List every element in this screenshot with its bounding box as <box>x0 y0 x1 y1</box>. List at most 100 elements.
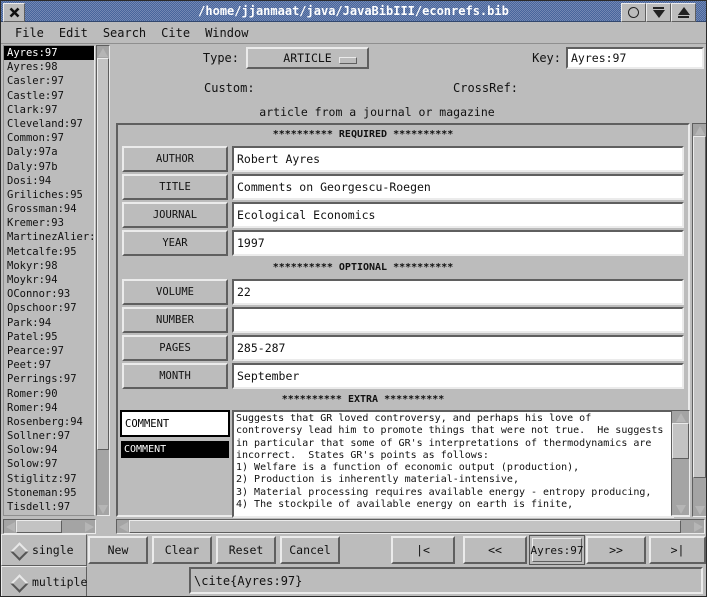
scroll-track[interactable] <box>97 58 109 503</box>
list-item[interactable]: Moykr:94 <box>4 273 94 287</box>
list-item[interactable]: Stiglitz:97 <box>4 472 94 486</box>
scroll-track[interactable] <box>129 520 692 533</box>
field-label-button[interactable]: AUTHOR <box>122 146 228 172</box>
shade-button[interactable] <box>646 3 671 22</box>
scroll-track[interactable] <box>672 423 689 503</box>
extra-field-list[interactable]: COMMENT <box>121 441 229 513</box>
sidebar-vscrollbar[interactable] <box>96 45 110 516</box>
cite-input[interactable] <box>189 567 703 594</box>
scroll-thumb[interactable] <box>672 423 689 459</box>
mode-single-row[interactable]: single <box>1 534 87 566</box>
action-button[interactable]: New <box>88 536 148 564</box>
list-item[interactable]: Romer:94 <box>4 401 94 415</box>
field-input[interactable] <box>232 230 684 256</box>
list-item[interactable]: MartinezAlier:9 <box>4 230 94 244</box>
scroll-up-icon[interactable] <box>672 411 689 423</box>
list-item[interactable]: Ayres:97 <box>4 46 94 60</box>
field-label-button[interactable]: NUMBER <box>122 307 228 333</box>
list-item[interactable]: Cleveland:97 <box>4 117 94 131</box>
list-item[interactable]: Peet:97 <box>4 358 94 372</box>
list-item[interactable]: COMMENT <box>121 441 229 458</box>
scroll-up-icon[interactable] <box>693 124 706 136</box>
field-input[interactable] <box>232 363 684 389</box>
nav-last-button[interactable]: >| <box>649 536 706 564</box>
sidebar-hscrollbar[interactable] <box>3 519 96 534</box>
field-label-button[interactable]: TITLE <box>122 174 228 200</box>
scroll-thumb[interactable] <box>16 520 62 533</box>
menu-item[interactable]: Window <box>201 24 259 42</box>
list-item[interactable]: Solow:94 <box>4 443 94 457</box>
extra-field-name-input[interactable] <box>120 410 230 437</box>
radio-diamond-icon[interactable] <box>10 574 28 592</box>
list-item[interactable]: Grossman:94 <box>4 202 94 216</box>
list-item[interactable]: Romer:90 <box>4 387 94 401</box>
list-item[interactable]: OConnor:93 <box>4 287 94 301</box>
field-input[interactable] <box>232 307 684 333</box>
list-item[interactable]: Tisdell:97 <box>4 500 94 514</box>
scroll-left-icon[interactable] <box>117 520 129 533</box>
list-item[interactable]: Ayres:98 <box>4 60 94 74</box>
list-item[interactable]: Opschoor:97 <box>4 301 94 315</box>
radio-diamond-icon[interactable] <box>10 542 28 560</box>
list-item[interactable]: Solow:97 <box>4 457 94 471</box>
list-item[interactable]: Mokyr:98 <box>4 259 94 273</box>
list-item[interactable]: Kremer:93 <box>4 216 94 230</box>
action-button[interactable]: Clear <box>152 536 212 564</box>
field-label-button[interactable]: YEAR <box>122 230 228 256</box>
menu-item[interactable]: Edit <box>55 24 99 42</box>
list-item[interactable]: Pearce:97 <box>4 344 94 358</box>
field-input[interactable] <box>232 202 684 228</box>
scroll-right-icon[interactable] <box>83 520 95 533</box>
list-item[interactable]: Griliches:95 <box>4 188 94 202</box>
field-input[interactable] <box>232 174 684 200</box>
titlebar[interactable]: /home/jjanmaat/java/JavaBibIII/econrefs.… <box>1 1 706 22</box>
list-item[interactable]: Sollner:97 <box>4 429 94 443</box>
nav-current-button[interactable]: Ayres:97 <box>532 538 582 562</box>
list-item[interactable]: Perrings:97 <box>4 372 94 386</box>
form-vscrollbar[interactable] <box>692 123 707 517</box>
field-label-button[interactable]: PAGES <box>122 335 228 361</box>
nav-first-button[interactable]: |< <box>391 536 455 564</box>
scroll-track[interactable] <box>693 136 706 504</box>
action-button[interactable]: Reset <box>216 536 276 564</box>
list-item[interactable]: Park:94 <box>4 316 94 330</box>
scroll-thumb[interactable] <box>97 58 109 450</box>
menu-item[interactable]: Cite <box>157 24 201 42</box>
menu-item[interactable]: File <box>11 24 55 42</box>
field-label-button[interactable]: JOURNAL <box>122 202 228 228</box>
list-item[interactable]: Stoneman:95 <box>4 486 94 500</box>
menu-item[interactable]: Search <box>99 24 157 42</box>
list-item[interactable]: Clark:97 <box>4 103 94 117</box>
form-hscrollbar[interactable] <box>116 519 705 534</box>
sidebar-list[interactable]: Ayres:97Ayres:98Casler:97Castle:97Clark:… <box>3 45 95 516</box>
nav-next-button[interactable]: >> <box>586 536 646 564</box>
window-menu-button[interactable] <box>621 3 646 22</box>
list-item[interactable]: Metcalfe:95 <box>4 245 94 259</box>
scroll-down-icon[interactable] <box>693 504 706 516</box>
field-label-button[interactable]: MONTH <box>122 363 228 389</box>
list-item[interactable]: Rosenberg:94 <box>4 415 94 429</box>
list-item[interactable]: Common:97 <box>4 131 94 145</box>
list-item[interactable]: Daly:97b <box>4 160 94 174</box>
nav-prev-button[interactable]: << <box>463 536 527 564</box>
scroll-down-icon[interactable] <box>97 503 109 515</box>
scroll-down-icon[interactable] <box>672 503 689 515</box>
action-button[interactable]: Cancel <box>280 536 340 564</box>
scroll-thumb[interactable] <box>693 136 706 478</box>
field-input[interactable] <box>232 279 684 305</box>
list-item[interactable]: Dosi:94 <box>4 174 94 188</box>
list-item[interactable]: Castle:97 <box>4 89 94 103</box>
unshade-button[interactable] <box>671 3 696 22</box>
field-input[interactable] <box>232 146 684 172</box>
type-dropdown[interactable]: ARTICLE <box>246 47 369 69</box>
scroll-left-icon[interactable] <box>4 520 16 533</box>
list-item[interactable]: Patel:95 <box>4 330 94 344</box>
field-input[interactable] <box>232 335 684 361</box>
scroll-thumb[interactable] <box>129 520 681 533</box>
scroll-track[interactable] <box>16 520 83 533</box>
field-label-button[interactable]: VOLUME <box>122 279 228 305</box>
comment-vscrollbar[interactable] <box>671 410 690 516</box>
list-item[interactable]: Casler:97 <box>4 74 94 88</box>
key-input[interactable] <box>566 47 704 69</box>
scroll-up-icon[interactable] <box>97 46 109 58</box>
